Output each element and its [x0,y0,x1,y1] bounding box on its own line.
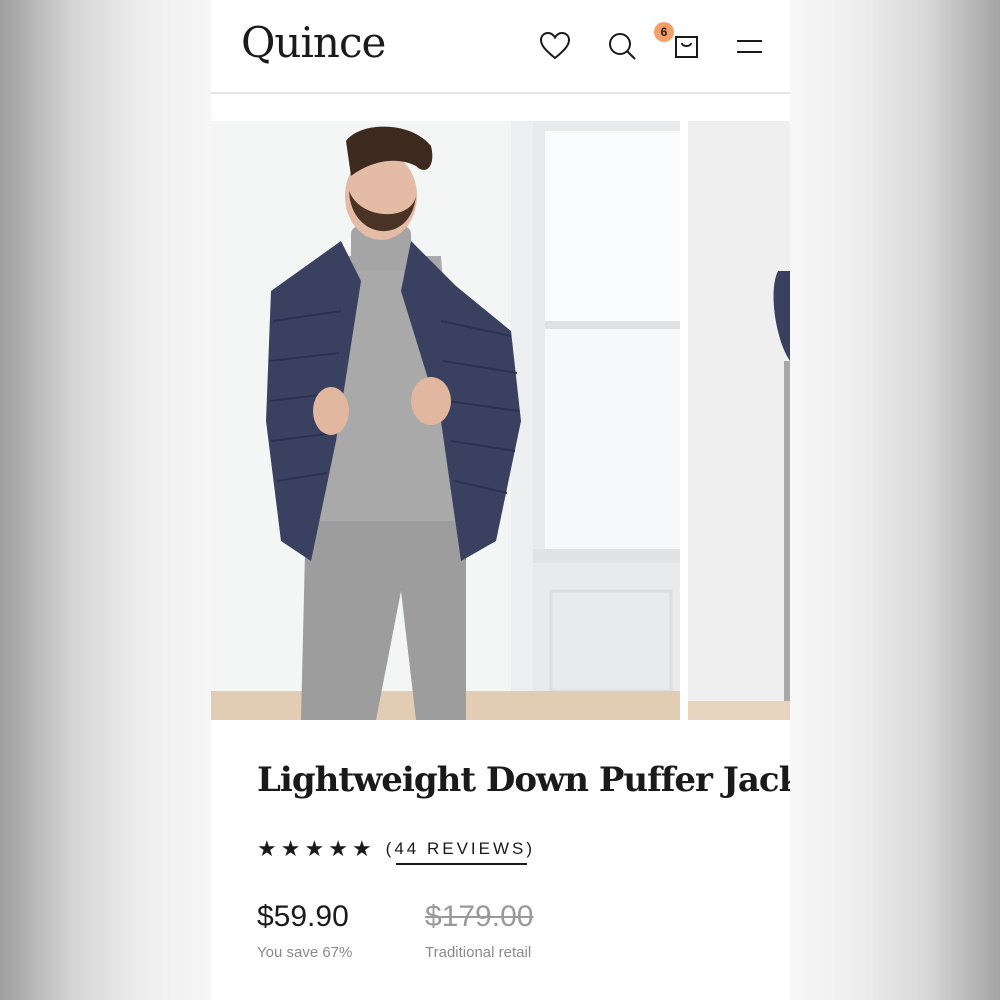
product-image-main[interactable] [211,121,680,720]
star-icon: ★ [280,836,301,861]
product-title: Lightweight Down Puffer Jacket [257,760,790,800]
star-rating: ★ ★ ★ ★ ★ [257,838,372,860]
star-icon: ★ [257,836,277,861]
search-icon [609,33,636,60]
cart-count-badge: 6 [654,22,674,42]
retail-block: $179.00 Traditional retail [425,900,533,961]
site-header: Quince 6 [211,0,790,94]
model-photo-partial [688,121,790,720]
retail-price: $179.00 [425,900,534,933]
background-right [790,0,1000,1000]
cart-button[interactable]: 6 [654,22,704,64]
sale-price: $59.90 [257,900,349,933]
product-info: Lightweight Down Puffer Jacket ★ ★ ★ ★ ★… [257,760,790,961]
reviews-underline [395,863,528,865]
savings-text: You save 67% [257,944,353,961]
wishlist-button[interactable] [537,28,573,64]
model-photo [211,121,680,720]
menu-icon [737,40,762,53]
background-left [0,0,211,1000]
retail-label: Traditional retail [425,944,532,961]
rating-row: ★ ★ ★ ★ ★ (44 REVIEWS) [257,838,536,865]
phone-screen: Quince 6 Lightweight Down Puffer Jacket … [211,0,790,1000]
heart-icon [539,31,571,60]
search-button[interactable] [604,28,640,64]
menu-button[interactable] [731,28,767,64]
product-image-next[interactable] [688,121,790,720]
star-icon: ★ [328,836,348,861]
price-block: $59.90 You save 67% [257,900,352,961]
star-icon: ★ [351,836,372,861]
product-image-carousel[interactable] [211,121,790,720]
reviews-link[interactable]: (44 REVIEWS) [385,839,536,865]
star-icon: ★ [304,836,325,861]
quince-logo[interactable]: Quince [241,18,386,67]
reviews-label: (44 REVIEWS) [385,839,536,858]
